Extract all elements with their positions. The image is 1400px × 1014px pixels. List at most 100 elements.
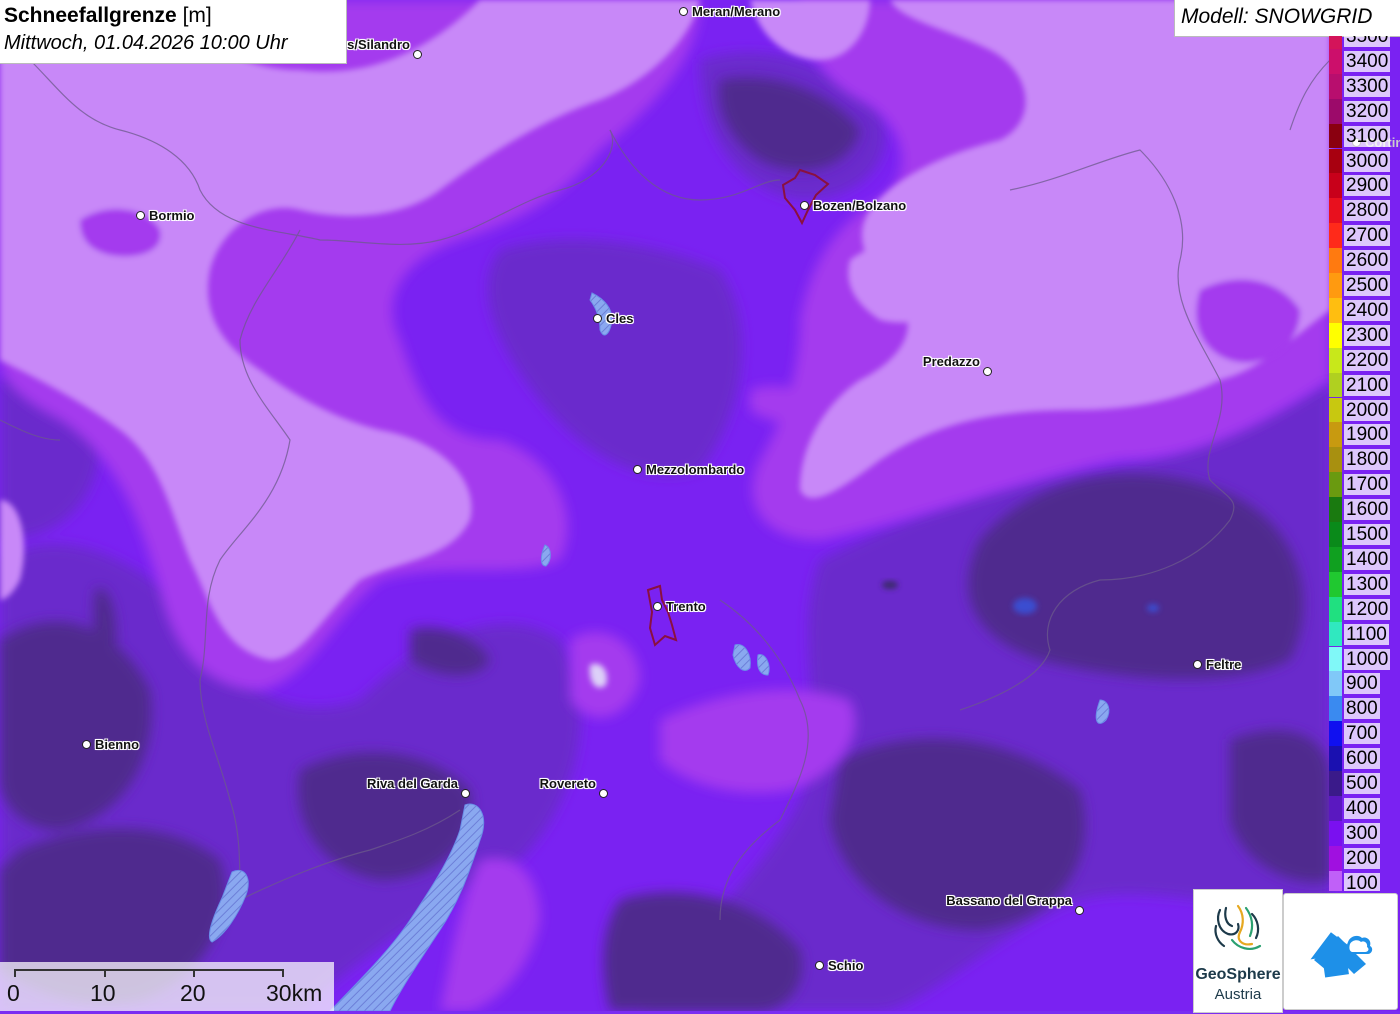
legend-swatch xyxy=(1329,522,1342,547)
scale-bar: 0 10 20 30km xyxy=(0,962,334,1011)
legend-swatch xyxy=(1329,148,1342,174)
legend-label: 600 xyxy=(1344,748,1380,770)
legend-swatch xyxy=(1329,870,1342,891)
legend-swatch xyxy=(1329,198,1342,224)
legend-label: 2600 xyxy=(1344,250,1391,272)
city-dot-riva-del-garda[interactable] xyxy=(461,789,470,798)
legend-swatch xyxy=(1329,497,1342,522)
legend-label: 2200 xyxy=(1344,349,1391,371)
legend-swatch xyxy=(1329,98,1342,124)
legend-label: 700 xyxy=(1344,723,1380,745)
legend-label: 1300 xyxy=(1344,573,1391,595)
legend-row-300: 300 xyxy=(1328,820,1400,846)
city-dot-schlanders-silandro[interactable] xyxy=(413,50,422,59)
legend-swatch xyxy=(1329,571,1342,597)
city-dot-bienno[interactable] xyxy=(82,740,91,749)
city-dot-trento[interactable] xyxy=(653,602,662,611)
legend-swatch xyxy=(1329,646,1342,672)
city-label-meran-merano[interactable]: Meran/Merano xyxy=(692,4,780,19)
snowline-map[interactable] xyxy=(0,0,1400,1011)
legend-row-200: 200 xyxy=(1328,845,1400,871)
city-label-cles[interactable]: Cles xyxy=(606,311,633,326)
legend-label: 200 xyxy=(1344,847,1380,869)
legend-row-1600: 1600 xyxy=(1328,497,1400,522)
legend-row-1100: 1100 xyxy=(1328,621,1400,647)
legend-swatch xyxy=(1329,173,1342,199)
city-label-feltre[interactable]: Feltre xyxy=(1206,657,1241,672)
city-dot-rovereto[interactable] xyxy=(599,789,608,798)
legend-label: 1400 xyxy=(1344,548,1391,570)
city-dot-bassano-del-grappa[interactable] xyxy=(1075,906,1084,915)
legend-label: 900 xyxy=(1344,673,1380,695)
legend-row-2900: 2900 xyxy=(1328,173,1400,199)
city-label-bormio[interactable]: Bormio xyxy=(149,208,195,223)
city-label-trento[interactable]: Trento xyxy=(666,599,706,614)
legend-row-3000: 3000 xyxy=(1328,148,1400,174)
model-label-box: Modell: SNOWGRID xyxy=(1174,0,1400,37)
legend-label: 1900 xyxy=(1344,424,1391,446)
legend-label: 800 xyxy=(1344,698,1380,720)
city-dot-meran-merano[interactable] xyxy=(679,7,688,16)
legend-row-2700: 2700 xyxy=(1328,223,1400,249)
legend-label: 3500 xyxy=(1344,36,1391,47)
city-dot-schio[interactable] xyxy=(815,961,824,970)
city-dot-predazzo[interactable] xyxy=(983,367,992,376)
legend-row-1200: 1200 xyxy=(1328,596,1400,622)
legend-swatch xyxy=(1329,36,1342,49)
legend-row-1800: 1800 xyxy=(1328,447,1400,473)
legend-label: 1500 xyxy=(1344,524,1391,545)
legend-row-700: 700 xyxy=(1328,721,1400,747)
scale-label-30km: 30km xyxy=(266,980,323,1006)
geosphere-austria-logo[interactable]: GeoSphere Austria xyxy=(1193,889,1283,1013)
title-text: Schneefallgrenze xyxy=(4,4,177,27)
city-dot-feltre[interactable] xyxy=(1193,660,1202,669)
city-label-bassano-del-grappa[interactable]: Bassano del Grappa xyxy=(946,893,1072,908)
legend-row-500: 500 xyxy=(1328,771,1400,796)
city-label-riva-del-garda[interactable]: Riva del Garda xyxy=(367,776,458,791)
legend-row-1900: 1900 xyxy=(1328,422,1400,448)
legend-row-1700: 1700 xyxy=(1328,472,1400,498)
legend-label: 2000 xyxy=(1344,399,1391,421)
legend-row-2200: 2200 xyxy=(1328,347,1400,373)
city-dot-mezzolombardo[interactable] xyxy=(633,465,642,474)
app-logo[interactable] xyxy=(1283,893,1398,1010)
legend-row-1000: 1000 xyxy=(1328,646,1400,672)
city-dot-bormio[interactable] xyxy=(136,211,145,220)
scale-tick-10 xyxy=(104,969,106,977)
scale-label-20: 20 xyxy=(180,980,206,1006)
city-dot-cles[interactable] xyxy=(593,314,602,323)
city-label-bienno[interactable]: Bienno xyxy=(95,737,139,752)
city-label-predazzo[interactable]: Predazzo xyxy=(923,354,980,369)
legend-label: 2800 xyxy=(1344,200,1391,222)
legend-label: 1800 xyxy=(1344,449,1391,471)
geosphere-emblem-icon xyxy=(1214,904,1262,950)
legend-row-2000: 2000 xyxy=(1328,397,1400,423)
legend-row-1400: 1400 xyxy=(1328,546,1400,572)
legend-row-800: 800 xyxy=(1328,696,1400,722)
legend-swatch xyxy=(1329,248,1342,273)
legend-label: 500 xyxy=(1344,773,1380,794)
legend-swatch xyxy=(1329,795,1342,821)
map-title-panel: Schneefallgrenze [m] Mittwoch, 01.04.202… xyxy=(0,0,347,64)
legend-label: 400 xyxy=(1344,797,1380,819)
legend-row-400: 400 xyxy=(1328,795,1400,821)
city-label-bozen-bolzano[interactable]: Bozen/Bolzano xyxy=(813,198,906,213)
legend-label: 2400 xyxy=(1344,299,1391,321)
legend-swatch xyxy=(1329,472,1342,498)
city-label-schio[interactable]: Schio xyxy=(828,958,863,973)
geosphere-country: Austria xyxy=(1214,986,1262,1003)
legend-swatch xyxy=(1329,223,1342,249)
legend-label: 2300 xyxy=(1344,324,1391,346)
legend-label: 2100 xyxy=(1344,374,1391,396)
city-label-mezzolombardo[interactable]: Mezzolombardo xyxy=(646,462,744,477)
city-dot-bozen-bolzano[interactable] xyxy=(800,201,809,210)
legend-swatch xyxy=(1329,721,1342,747)
scale-label-10: 10 xyxy=(90,980,116,1006)
legend-swatch xyxy=(1329,671,1342,697)
cloud-arrow-logo-icon xyxy=(1310,932,1373,978)
legend-label: 300 xyxy=(1344,822,1380,844)
city-label-rovereto[interactable]: Rovereto xyxy=(540,776,596,791)
legend-row-1300: 1300 xyxy=(1328,571,1400,597)
scale-tick-30 xyxy=(282,969,284,977)
legend-label: 100 xyxy=(1344,872,1380,891)
